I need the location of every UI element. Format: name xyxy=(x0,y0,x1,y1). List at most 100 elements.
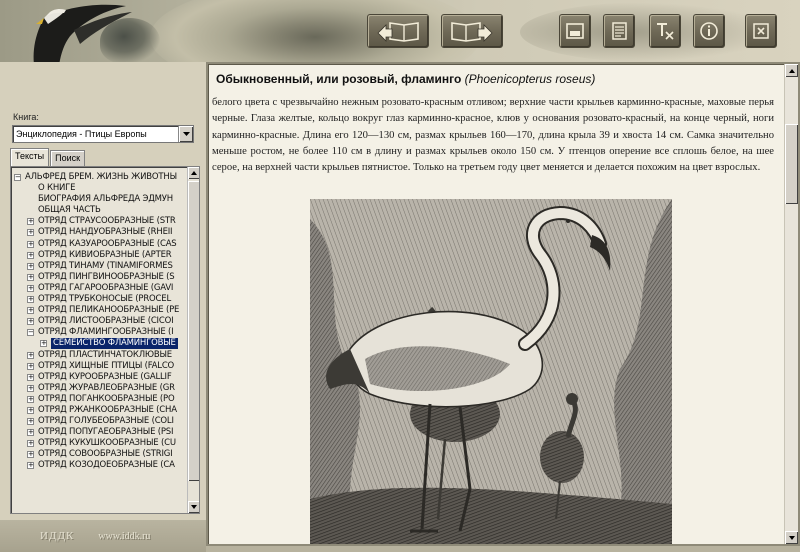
tree-item[interactable]: + ОТРЯД КУРООБРАЗНЫЕ (GALLIF xyxy=(13,372,187,383)
book-select[interactable]: Энциклопедия - Птицы Европы xyxy=(12,125,194,143)
chevron-down-icon[interactable] xyxy=(178,126,193,142)
expand-icon[interactable]: + xyxy=(27,406,34,414)
tree-item-label: ОТРЯД НАНДУОБРАЗНЫЕ (RHEII xyxy=(38,227,173,238)
close-icon xyxy=(753,23,769,39)
tree-item-label: ОТРЯД ПОГАНКООБРАЗНЫЕ (PO xyxy=(38,393,175,404)
tree-item[interactable]: + ОТРЯД ХИЩНЫЕ ПТИЦЫ (FALCO xyxy=(13,361,187,372)
tree-item-label: СЕМЕЙСТВО ФЛАМИНГОВЫЕ xyxy=(51,338,178,350)
tree-item[interactable]: + ОТРЯД НАНДУОБРАЗНЫЕ (RHEII xyxy=(13,227,187,238)
tree-item[interactable]: + ОТРЯД ЛИСТООБРАЗНЫЕ (CICOI xyxy=(13,316,187,327)
expand-icon[interactable]: + xyxy=(27,296,34,304)
expand-icon[interactable]: + xyxy=(27,251,34,259)
bottom-strip xyxy=(206,546,800,552)
tree-item[interactable]: + ОТРЯД ПЛАСТИНЧАТОКЛЮВЫЕ xyxy=(13,350,187,361)
notes-button[interactable] xyxy=(603,14,635,48)
forward-book-button[interactable] xyxy=(441,14,503,48)
notes-icon xyxy=(612,22,627,40)
info-button[interactable] xyxy=(693,14,725,48)
tree-item[interactable]: + СЕМЕЙСТВО ФЛАМИНГОВЫЕ xyxy=(13,338,187,350)
close-button[interactable] xyxy=(745,14,777,48)
collapse-icon[interactable]: − xyxy=(27,329,34,337)
tree-item-label: ОТРЯД КОЗОДОЕОБРАЗНЫЕ (CA xyxy=(38,460,175,471)
tree-item-label: ОТРЯД ТРУБКОНОСЫЕ (PROCEL xyxy=(38,294,171,305)
scroll-down-icon[interactable] xyxy=(188,501,199,513)
expand-icon[interactable]: + xyxy=(27,418,34,426)
expand-icon[interactable]: + xyxy=(27,384,34,392)
expand-icon[interactable]: + xyxy=(27,240,34,248)
expand-icon[interactable]: + xyxy=(27,451,34,459)
flamingo-illustration xyxy=(310,199,672,544)
expand-icon[interactable]: + xyxy=(27,229,34,237)
tree-item-label: ОТРЯД ПИНГВИНООБРАЗНЫЕ (S xyxy=(38,271,175,282)
tree-item-label: ОТРЯД ПЛАСТИНЧАТОКЛЮВЫЕ xyxy=(38,349,172,360)
tree-item[interactable]: + ОТРЯД ПИНГВИНООБРАЗНЫЕ (S xyxy=(13,272,187,283)
expand-icon[interactable]: + xyxy=(27,262,34,270)
footer-url[interactable]: www.iddk.ru xyxy=(98,531,150,542)
expand-icon[interactable]: + xyxy=(27,395,34,403)
tree-item[interactable]: + ОТРЯД ПЕЛИКАНООБРАЗНЫЕ (PE xyxy=(13,305,187,316)
tree-item[interactable]: + ОТРЯД ТРУБКОНОСЫЕ (PROCEL xyxy=(13,294,187,305)
tree-item[interactable]: + ОТРЯД КИВИОБРАЗНЫЕ (APTER xyxy=(13,250,187,261)
tree-item[interactable]: ОБЩАЯ ЧАСТЬ xyxy=(13,205,187,216)
tree-item[interactable]: + ОТРЯД РЖАНКООБРАЗНЫЕ (CHA xyxy=(13,405,187,416)
expand-icon[interactable]: + xyxy=(27,318,34,326)
tree-item[interactable]: + ОТРЯД ГАГАРООБРАЗНЫЕ (GAVI xyxy=(13,283,187,294)
tree-item[interactable]: БИОГРАФИЯ АЛЬФРЕДА ЭДМУН xyxy=(13,194,187,205)
article-paragraph: белого цвета с чрезвычайно нежным розова… xyxy=(212,97,774,174)
tree-item[interactable]: + ОТРЯД ГОЛУБЕОБРАЗНЫЕ (COLI xyxy=(13,416,187,427)
tree-item[interactable]: + ОТРЯД ПОГАНКООБРАЗНЫЕ (PO xyxy=(13,394,187,405)
tree-item[interactable]: − АЛЬФРЕД БРЕМ. ЖИЗНЬ ЖИВОТНЫ xyxy=(13,172,187,183)
article-scrollbar[interactable] xyxy=(784,64,798,544)
scroll-up-icon[interactable] xyxy=(188,167,199,179)
tree-item-label: ОТРЯД СТРАУСООБРАЗНЫЕ (STR xyxy=(38,216,176,227)
tree-item-label: ОТРЯД СОВООБРАЗНЫЕ (STRIGI xyxy=(38,449,173,460)
text-format-button[interactable] xyxy=(649,14,681,48)
expand-icon[interactable]: + xyxy=(40,340,47,348)
tree-item[interactable]: + ОТРЯД ПОПУГАЕОБРАЗНЫЕ (PSI xyxy=(13,427,187,438)
tree-item[interactable]: О КНИГЕ xyxy=(13,183,187,194)
expand-icon[interactable]: + xyxy=(27,218,34,226)
tree-item-label: ОТРЯД ФЛАМИНГООБРАЗНЫЕ (I xyxy=(38,327,174,338)
expand-icon[interactable]: + xyxy=(27,440,34,448)
expand-icon[interactable]: + xyxy=(27,307,34,315)
tree-item[interactable]: + ОТРЯД СОВООБРАЗНЫЕ (STRIGI xyxy=(13,449,187,460)
text-format-icon xyxy=(657,23,674,40)
scroll-up-icon[interactable] xyxy=(785,64,798,77)
expand-icon[interactable]: + xyxy=(27,429,34,437)
expand-icon[interactable]: + xyxy=(27,284,34,292)
expand-icon[interactable]: + xyxy=(27,462,34,470)
picture-button[interactable] xyxy=(559,14,591,48)
left-panel: Книга: Энциклопедия - Птицы Европы Текст… xyxy=(0,62,206,520)
article-title-text: Обыкновенный, или розовый, фламинго xyxy=(216,72,462,86)
expand-icon[interactable]: + xyxy=(27,373,34,381)
tree-item[interactable]: + ОТРЯД ЖУРАВЛЕОБРАЗНЫЕ (GR xyxy=(13,383,187,394)
tree-item-label: О КНИГЕ xyxy=(38,183,76,194)
banner-eye-image xyxy=(150,0,480,62)
tree-item-label: ОТРЯД ПЕЛИКАНООБРАЗНЫЕ (PE xyxy=(38,305,180,316)
article-scroll-thumb[interactable] xyxy=(785,124,798,204)
left-tabs: Тексты Поиск xyxy=(10,148,86,166)
tree-item-label: ОТРЯД ГАГАРООБРАЗНЫЕ (GAVI xyxy=(38,282,174,293)
back-book-button[interactable] xyxy=(367,14,429,48)
contents-tree: − АЛЬФРЕД БРЕМ. ЖИЗНЬ ЖИВОТНЫ О КНИГЕ БИОГР… xyxy=(10,166,200,514)
tree-item[interactable]: + ОТРЯД КУКУШКООБРАЗНЫЕ (CU xyxy=(13,438,187,449)
expand-icon[interactable]: + xyxy=(27,362,34,370)
tree-item[interactable]: − ОТРЯД ФЛАМИНГООБРАЗНЫЕ (I xyxy=(13,327,187,338)
tab-texts[interactable]: Тексты xyxy=(10,148,50,166)
tree-item[interactable]: + ОТРЯД КАЗУАРООБРАЗНЫЕ (CAS xyxy=(13,239,187,250)
expand-icon[interactable]: + xyxy=(27,273,34,281)
tree-item[interactable]: + ОТРЯД СТРАУСООБРАЗНЫЕ (STR xyxy=(13,216,187,227)
tree-scrollbar[interactable] xyxy=(187,167,199,513)
expand-icon[interactable]: + xyxy=(27,351,34,359)
collapse-icon[interactable]: − xyxy=(14,174,21,181)
tree-item[interactable]: + ОТРЯД КОЗОДОЕОБРАЗНЫЕ (CA xyxy=(13,460,187,471)
article-title: Обыкновенный, или розовый, фламинго (Pho… xyxy=(216,72,776,86)
scroll-down-icon[interactable] xyxy=(785,531,798,544)
tree-scroll-thumb[interactable] xyxy=(188,181,199,481)
tree-item[interactable]: + ОТРЯД ТИНАМУ (TINAMIFORMES xyxy=(13,261,187,272)
tree-item-label: ОТРЯД ЖУРАВЛЕОБРАЗНЫЕ (GR xyxy=(38,382,175,393)
book-forward-arrow-icon xyxy=(451,22,493,42)
article-panel: Обыкновенный, или розовый, фламинго (Pho… xyxy=(206,62,800,546)
tab-search[interactable]: Поиск xyxy=(50,150,86,166)
tree-item-label: БИОГРАФИЯ АЛЬФРЕДА ЭДМУН xyxy=(38,194,173,205)
